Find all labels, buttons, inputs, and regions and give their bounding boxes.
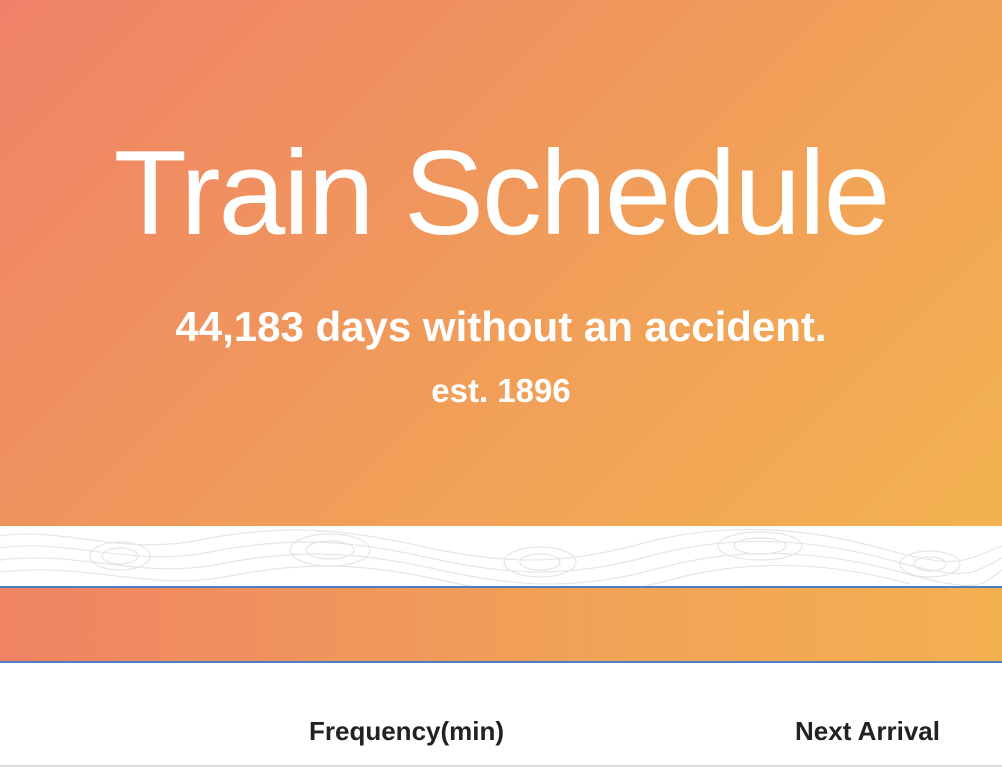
hero-banner: Train Schedule 44,183 days without an ac…	[0, 0, 1002, 526]
hero-tagline: 44,183 days without an accident.	[175, 303, 827, 350]
table-header-divider	[0, 765, 1002, 767]
page-title: Train Schedule	[113, 126, 891, 260]
column-header-next-arrival: Next Arrival	[795, 716, 940, 746]
schedule-table: Frequency(min) Next Arrival	[0, 663, 1002, 768]
section-divider-bar	[0, 586, 1002, 663]
topographic-pattern-band	[0, 526, 1002, 586]
established-year: est. 1896	[431, 372, 571, 409]
topographic-lines-icon	[0, 528, 1002, 586]
column-header-frequency: Frequency(min)	[309, 716, 505, 746]
